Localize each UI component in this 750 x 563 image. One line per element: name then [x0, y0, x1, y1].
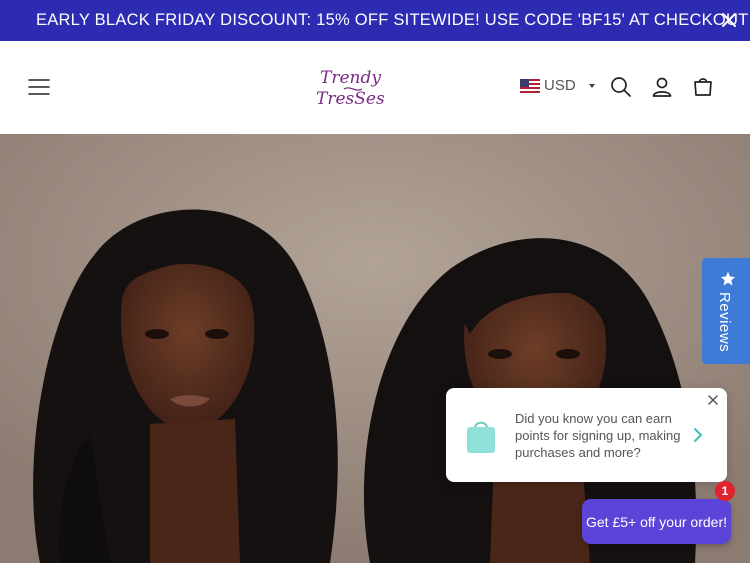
close-icon[interactable] — [707, 394, 719, 406]
cart-icon[interactable] — [691, 75, 715, 99]
logo-line1: Trendy — [320, 68, 381, 88]
announcement-bar: EARLY BLACK FRIDAY DISCOUNT: 15% OFF SIT… — [0, 0, 750, 41]
shopping-bag-icon — [467, 421, 495, 453]
announcement-text[interactable]: EARLY BLACK FRIDAY DISCOUNT: 15% OFF SIT… — [36, 11, 750, 30]
currency-selector[interactable]: USD — [520, 77, 596, 94]
hamburger-menu-icon[interactable] — [28, 77, 50, 97]
launcher-label: Get £5+ off your order! — [586, 513, 727, 530]
site-header: Trendy TresSes USD — [0, 41, 750, 134]
logo-line2: TresSes — [316, 89, 385, 109]
account-icon[interactable] — [650, 75, 674, 99]
points-message: Did you know you can earn points for sig… — [515, 411, 681, 460]
chevron-right-icon[interactable] — [692, 427, 704, 443]
reviews-tab[interactable]: Reviews — [702, 258, 750, 364]
close-icon[interactable] — [720, 11, 738, 29]
star-icon — [720, 271, 736, 286]
rewards-launcher-button[interactable]: Get £5+ off your order! — [582, 499, 731, 544]
currency-label: USD — [544, 77, 576, 94]
chevron-down-icon — [588, 83, 595, 88]
notification-badge: 1 — [715, 481, 735, 501]
us-flag-icon — [520, 78, 540, 93]
page: EARLY BLACK FRIDAY DISCOUNT: 15% OFF SIT… — [0, 0, 750, 563]
logo[interactable]: Trendy TresSes — [314, 63, 394, 113]
reviews-label: Reviews — [716, 292, 733, 353]
points-popup[interactable]: Did you know you can earn points for sig… — [446, 388, 727, 482]
search-icon[interactable] — [609, 75, 633, 99]
